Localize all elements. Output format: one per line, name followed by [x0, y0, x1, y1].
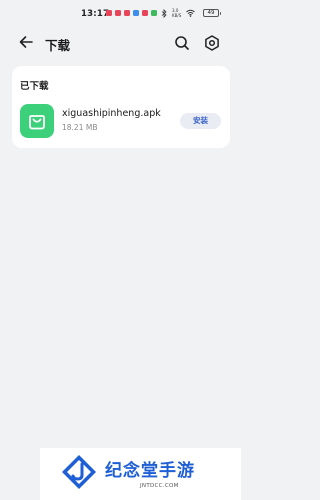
wifi-icon — [186, 9, 195, 17]
back-button[interactable] — [17, 33, 35, 51]
status-bar: 13:17 3.0 KB/S 49 — [0, 0, 241, 26]
shopping-bag-icon — [20, 104, 54, 138]
search-button[interactable] — [173, 34, 191, 52]
notification-icon — [124, 10, 130, 16]
bluetooth-icon — [161, 9, 167, 18]
gear-icon — [205, 35, 219, 51]
section-title: 已下载 — [20, 81, 49, 92]
notification-icon — [115, 10, 121, 16]
status-time: 13:17 — [81, 9, 110, 19]
network-speed: 3.0 KB/S — [172, 8, 182, 18]
watermark-domain: JNTDCC.COM — [140, 483, 179, 489]
notification-icon — [133, 10, 139, 16]
battery-indicator: 49 — [203, 9, 221, 17]
downloaded-card: 已下载 xiguashipinheng.apk 18.21 MB 安装 — [12, 66, 230, 148]
settings-button[interactable] — [203, 34, 221, 52]
notification-icon — [151, 10, 157, 16]
search-icon — [175, 36, 189, 50]
file-size: 18.21 MB — [62, 123, 98, 132]
page-title: 下载 — [45, 38, 71, 53]
notification-icon — [142, 10, 148, 16]
notification-icon — [106, 10, 112, 16]
install-button[interactable]: 安装 — [180, 113, 221, 129]
watermark-brand: 纪念堂手游 — [105, 461, 195, 481]
watermark: 纪念堂手游 JNTDCC.COM — [40, 448, 241, 500]
arrow-left-icon — [19, 36, 33, 48]
file-name: xiguashipinheng.apk — [62, 108, 161, 119]
site-logo-icon — [62, 455, 96, 489]
